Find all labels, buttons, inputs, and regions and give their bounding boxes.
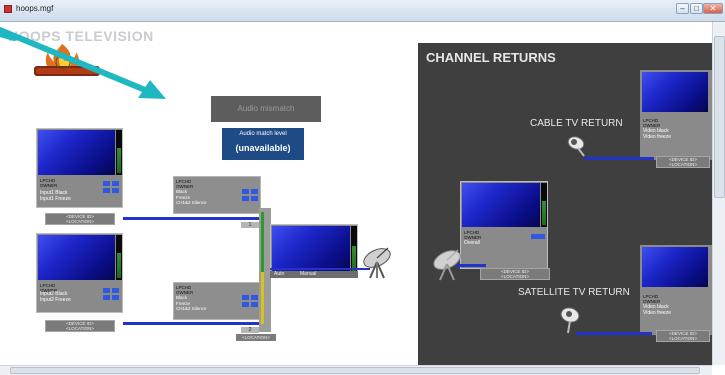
device-label: <DEVICE ID> <LOCATION> — [656, 156, 710, 168]
close-button[interactable]: ✕ — [703, 3, 723, 14]
vertical-scrollbar[interactable] — [712, 22, 725, 365]
video-screen — [38, 235, 115, 280]
monitor-tag: LPCHD OWNER — [643, 294, 661, 304]
signal-wire — [123, 322, 263, 325]
video-screen — [462, 183, 540, 227]
arrow-icon — [0, 27, 166, 99]
monitor-status: Video black Video freeze — [643, 128, 671, 140]
processor-tag: LPCHD OWNER — [176, 179, 194, 189]
audio-mismatch-indicator: Audio mismatch — [211, 96, 321, 122]
monitor-tag: LPCHD OWNER — [464, 230, 482, 240]
monitor-tag: LPCHD OWNER — [643, 118, 661, 128]
app-icon — [4, 5, 12, 13]
channel-returns-title: CHANNEL RETURNS — [426, 50, 556, 65]
monitor-status: Overall — [464, 240, 480, 246]
audio-meter — [351, 226, 357, 274]
processor-number: 2 — [241, 327, 259, 333]
video-screen — [642, 247, 708, 287]
layout-grid-icon[interactable] — [103, 181, 119, 193]
monitor-status: Input1 Black Input1 Freeze — [40, 190, 71, 202]
channel-returns-panel: CHANNEL RETURNS LPCHD OWNER Video black … — [418, 43, 712, 365]
layout-grid-icon[interactable] — [242, 189, 258, 201]
signal-wire — [270, 268, 370, 270]
minimize-button[interactable]: – — [676, 3, 689, 14]
monitor-status: Video black Video freeze — [643, 304, 671, 316]
switcher-location: <LOCATION> — [236, 334, 276, 341]
window-titlebar: hoops.mgf – □ ✕ — [0, 0, 725, 22]
device-label-1: <DEVICE ID> <LOCATION> — [45, 213, 115, 225]
audio-match-level-panel: Audio match level (unavailable) — [222, 128, 304, 160]
audio-match-level-value: (unavailable) — [235, 143, 291, 153]
device-label: <DEVICE ID> <LOCATION> — [480, 268, 550, 280]
layout-grid-icon[interactable] — [242, 295, 258, 307]
processor-number: 1 — [241, 222, 259, 228]
signal-wire — [576, 332, 652, 335]
cable-return-label: CABLE TV RETURN — [530, 118, 623, 129]
video-screen — [38, 130, 115, 175]
satellite-return-monitor[interactable]: LPCHD OWNER Video black Video freeze — [640, 245, 712, 335]
audio-meter — [541, 183, 547, 227]
center-return-monitor[interactable]: LPCHD OWNER Overall — [460, 181, 548, 269]
layout-grid-icon[interactable] — [103, 288, 119, 300]
device-label-2: <DEVICE ID> <LOCATION> — [45, 320, 115, 332]
device-label: <DEVICE ID> <LOCATION> — [656, 330, 710, 342]
maximize-button[interactable]: □ — [690, 3, 703, 14]
vertical-scroll-thumb[interactable] — [714, 36, 725, 198]
audio-match-level-label: Audio match level — [239, 131, 287, 137]
signal-wire — [456, 264, 486, 267]
layout-grid-icon[interactable] — [531, 234, 545, 239]
horizontal-scroll-thumb[interactable] — [10, 367, 700, 374]
auto-button[interactable]: Auto — [274, 271, 284, 278]
audio-meter — [116, 130, 122, 175]
active-path — [261, 212, 264, 272]
source-monitor-2[interactable]: LPCHD OWNER Input2 Black Input2 Freeze — [36, 233, 123, 313]
processor-2[interactable]: LPCHD OWNER Black Freeze CH1&2 Silence — [173, 282, 261, 320]
camera-icon — [560, 307, 580, 334]
source-monitor-1[interactable]: LPCHD OWNER Input1 Black Input1 Freeze — [36, 128, 123, 208]
video-screen — [272, 226, 350, 274]
processor-status: Black Freeze CH1&2 Silence — [176, 295, 207, 311]
processor-status: Black Freeze CH1&2 Silence — [176, 189, 207, 205]
signal-wire — [584, 157, 654, 160]
cable-return-monitor[interactable]: LPCHD OWNER Video black Video freeze — [640, 70, 712, 160]
processor-tag: LPCHD OWNER — [176, 285, 194, 295]
audio-meter — [116, 235, 122, 280]
horizontal-scrollbar[interactable] — [0, 365, 712, 375]
standby-path — [261, 272, 264, 324]
manual-button[interactable]: Manual — [300, 271, 316, 278]
satellite-return-label: SATELLITE TV RETURN — [518, 287, 630, 298]
camera-icon — [567, 136, 585, 157]
monitor-tag: LPCHD OWNER — [40, 178, 58, 188]
signal-wire — [123, 217, 263, 220]
processor-1[interactable]: LPCHD OWNER Black Freeze CH1&2 Silence — [173, 176, 261, 214]
monitor-status: Input2 Black Input2 Freeze — [40, 291, 71, 303]
video-screen — [642, 72, 708, 112]
window-title: hoops.mgf — [16, 4, 54, 13]
output-mode-bar: Auto Manual — [270, 271, 358, 278]
satellite-dish-icon — [363, 247, 391, 279]
